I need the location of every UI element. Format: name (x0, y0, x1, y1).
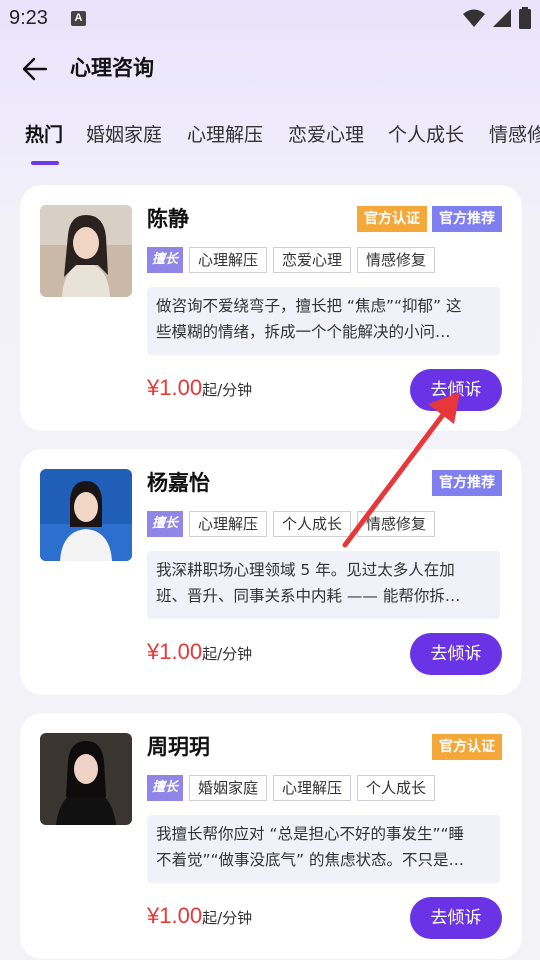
specialty-tag: 婚姻家庭 (189, 775, 268, 801)
specialty-tag: 心理解压 (189, 247, 268, 273)
tab-love-psychology[interactable]: 恋爱心理 (288, 120, 364, 147)
specialty-icon: 擅长 (147, 247, 183, 273)
price-value: ¥1.00 (147, 639, 203, 664)
specialty-tags: 擅长 婚姻家庭 心理解压 个人成长 (147, 775, 436, 801)
counselor-description: 我擅长帮你应对 “总是担心不好的事发生”“睡 不着觉”“做事没底气” 的焦虑状态… (147, 815, 500, 883)
counselor-card[interactable]: 陈静 官方认证 官方推荐 擅长 心理解压 恋爱心理 情感修复 做咨询不爱绕弯子，… (20, 185, 522, 431)
counselor-card[interactable]: 周玥玥 官方认证 擅长 婚姻家庭 心理解压 个人成长 我擅长帮你应对 “总是担心… (20, 713, 522, 959)
description-line: 不着觉”“做事没底气” 的焦虑状态。不只是… (156, 851, 465, 869)
price-unit: 起/分钟 (202, 909, 253, 927)
badge-group: 官方认证 官方推荐 (357, 206, 502, 232)
certified-badge: 官方认证 (357, 206, 427, 232)
talk-button[interactable]: 去倾诉 (410, 897, 502, 939)
counselor-card[interactable]: 杨嘉怡 官方推荐 擅长 心理解压 个人成长 情感修复 我深耕职场心理领域 5 年… (20, 449, 522, 695)
description-line: 我擅长帮你应对 “总是担心不好的事发生”“睡 (156, 825, 465, 843)
tab-personal-growth[interactable]: 个人成长 (388, 120, 464, 147)
avatar (40, 733, 132, 825)
price-unit: 起/分钟 (202, 381, 253, 399)
app-header: 心理咨询 (0, 48, 540, 88)
tab-marriage-family[interactable]: 婚姻家庭 (86, 120, 162, 147)
counselor-name: 陈静 (147, 207, 189, 231)
description-line: 些模糊的情绪，拆成一个个能解决的小问… (156, 323, 451, 341)
price: ¥1.00起/分钟 (147, 375, 252, 401)
counselor-name: 周玥玥 (147, 735, 210, 759)
talk-button[interactable]: 去倾诉 (410, 369, 502, 411)
battery-icon (519, 7, 531, 29)
arrow-left-icon (22, 57, 48, 81)
badge-group: 官方推荐 (432, 470, 502, 496)
signal-icon (493, 9, 511, 27)
tab-hot[interactable]: 热门 (25, 120, 63, 147)
price: ¥1.00起/分钟 (147, 903, 252, 929)
tab-emotional-repair[interactable]: 情感修 (489, 120, 540, 147)
avatar (40, 469, 132, 561)
description-line: 班、晋升、同事关系中内耗 —— 能帮你拆… (156, 587, 461, 605)
status-time: 9:23 (9, 7, 48, 29)
specialty-tag: 心理解压 (189, 511, 268, 537)
specialty-tag: 情感修复 (357, 511, 436, 537)
certified-badge: 官方认证 (432, 734, 502, 760)
specialty-tag: 情感修复 (357, 247, 436, 273)
recommended-badge: 官方推荐 (432, 470, 502, 496)
specialty-tag: 个人成长 (357, 775, 436, 801)
active-tab-indicator (31, 161, 59, 165)
back-button[interactable] (20, 54, 50, 84)
specialty-tag: 心理解压 (273, 775, 352, 801)
specialty-icon: 擅长 (147, 775, 183, 801)
description-line: 做咨询不爱绕弯子，擅长把 “焦虑”“抑郁” 这 (156, 297, 462, 315)
status-icons (462, 7, 532, 29)
wifi-icon (463, 9, 485, 27)
specialty-tags: 擅长 心理解压 恋爱心理 情感修复 (147, 247, 436, 273)
specialty-tag: 个人成长 (273, 511, 352, 537)
page-title: 心理咨询 (70, 56, 154, 80)
specialty-tags: 擅长 心理解压 个人成长 情感修复 (147, 511, 436, 537)
counselor-description: 我深耕职场心理领域 5 年。见过太多人在加 班、晋升、同事关系中内耗 —— 能帮… (147, 551, 500, 619)
status-bar: 9:23 A (0, 0, 540, 38)
specialty-icon: 擅长 (147, 511, 183, 537)
recommended-badge: 官方推荐 (432, 206, 502, 232)
notification-icon: A (71, 11, 86, 26)
counselor-description: 做咨询不爱绕弯子，擅长把 “焦虑”“抑郁” 这 些模糊的情绪，拆成一个个能解决的… (147, 287, 500, 355)
category-tabs: 热门 婚姻家庭 心理解压 恋爱心理 个人成长 情感修 (0, 116, 540, 168)
tab-stress-relief[interactable]: 心理解压 (187, 120, 263, 147)
description-line: 我深耕职场心理领域 5 年。见过太多人在加 (156, 561, 455, 579)
avatar (40, 205, 132, 297)
specialty-tag: 恋爱心理 (273, 247, 352, 273)
price: ¥1.00起/分钟 (147, 639, 252, 665)
price-unit: 起/分钟 (202, 645, 253, 663)
price-value: ¥1.00 (147, 375, 203, 400)
badge-group: 官方认证 (432, 734, 502, 760)
counselor-name: 杨嘉怡 (147, 471, 210, 495)
price-value: ¥1.00 (147, 903, 203, 928)
talk-button[interactable]: 去倾诉 (410, 633, 502, 675)
